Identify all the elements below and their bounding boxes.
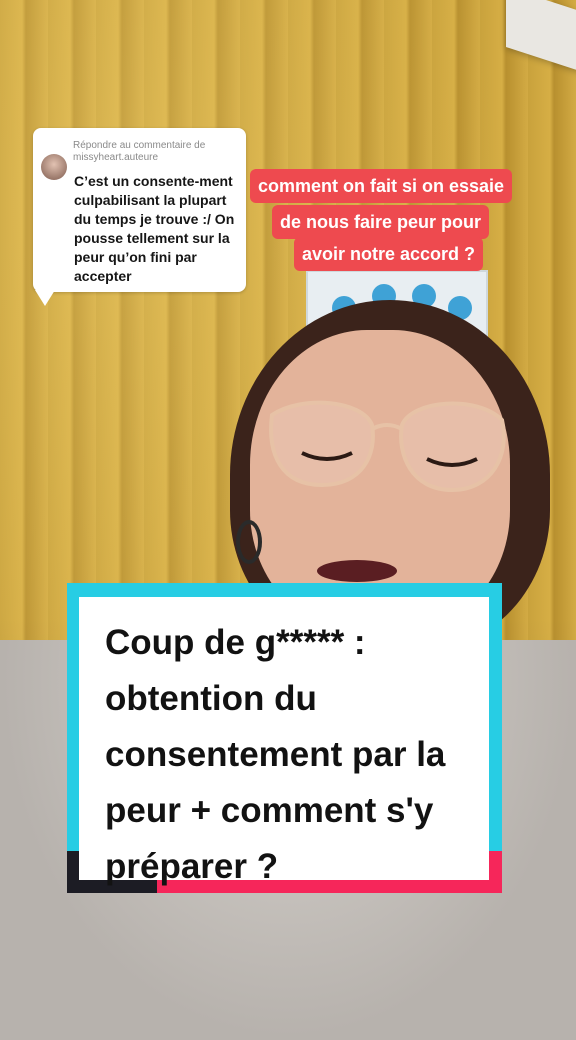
avatar: [41, 154, 67, 180]
glasses-icon: [269, 400, 506, 493]
reply-header: Répondre au commentaire de missyheart.au…: [73, 140, 206, 163]
reply-comment-text: C’est un consente-ment culpabilisant la …: [74, 173, 235, 284]
person-lips: [317, 560, 397, 582]
reply-comment-sticker[interactable]: Répondre au commentaire de missyheart.au…: [33, 128, 246, 306]
caption-line: comment on fait si on essaie: [250, 169, 513, 203]
title-line: préparer ?: [105, 847, 279, 886]
title-card: Coup de g***** : obtention du consenteme…: [67, 583, 502, 893]
title-line: Coup de g***** :: [105, 623, 366, 662]
caption-line: avoir notre accord ?: [294, 237, 484, 271]
title-text: Coup de g***** : obtention du consenteme…: [105, 615, 485, 895]
title-line: consentement par la: [105, 735, 446, 774]
title-card-panel: Coup de g***** : obtention du consenteme…: [79, 597, 489, 886]
earring-icon: [236, 520, 262, 564]
title-line: peur + comment s'y: [105, 791, 434, 830]
caption-line: de nous faire peur pour: [272, 205, 490, 239]
title-line: obtention du: [105, 679, 317, 718]
